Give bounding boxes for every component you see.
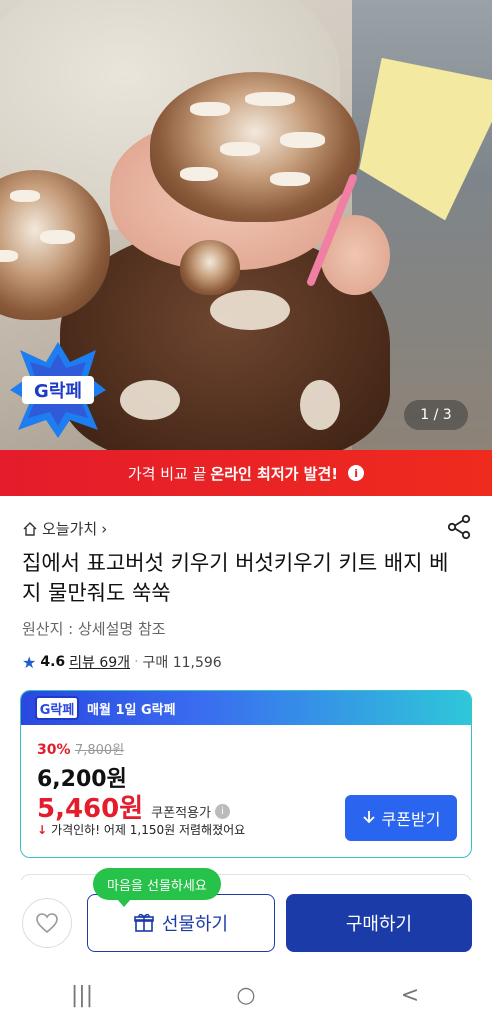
coupon-price-label: 쿠폰적용가: [151, 806, 211, 821]
promo-highlight: 온라인 최저가 발견!: [210, 464, 339, 483]
reviews-link[interactable]: 리뷰 69개: [69, 652, 130, 672]
product-origin: 원산지 : 상세설명 참조: [22, 620, 166, 638]
discount-row: 30% 7,800원: [37, 739, 124, 758]
price-drop-notice: ↓ 가격인하! 어제 1,150원 저렴해졌어요: [37, 821, 245, 838]
get-coupon-label: 쿠폰받기: [381, 810, 441, 829]
event-title: 매월 1일 G락페: [87, 702, 176, 718]
purchase-count: 구매 11,596: [142, 655, 222, 671]
mushroom-cap-main: [150, 72, 360, 222]
download-icon: [362, 811, 375, 824]
info-icon[interactable]: i: [348, 465, 365, 481]
gift-icon: [134, 913, 154, 932]
back-button[interactable]: <: [380, 983, 440, 1008]
buy-button[interactable]: 구매하기: [286, 894, 472, 952]
breadcrumb-chevron: ›: [101, 519, 108, 538]
breadcrumb[interactable]: 오늘가치 ›: [22, 518, 107, 539]
home-button[interactable]: ○: [216, 983, 276, 1008]
lowest-price-banner[interactable]: 가격 비교 끝 온라인 최저가 발견! i: [0, 450, 492, 496]
separator-dot: ·: [134, 654, 139, 670]
system-nav-bar: ||| ○ <: [0, 966, 492, 1024]
discount-percent: 30%: [37, 742, 71, 758]
heart-icon: [36, 913, 58, 934]
gift-button[interactable]: 선물하기: [87, 894, 275, 952]
buy-label: 구매하기: [345, 914, 413, 935]
price-drop-text: 가격인하! 어제 1,150원 저렴해졌어요: [51, 823, 246, 837]
share-icon[interactable]: [446, 514, 472, 540]
coupon-price-label-wrap: 쿠폰적용가 i: [151, 802, 230, 821]
product-title: 집에서 표고버섯 키우기 버섯키우기 키트 배지 베지 물만줘도 쑥쑥: [22, 551, 449, 605]
price-box: G락페 매월 1일 G락페 30% 7,800원 6,200원 5,460원 쿠…: [20, 690, 472, 858]
breadcrumb-label: 오늘가치: [42, 520, 98, 538]
down-arrow-icon: ↓: [37, 822, 48, 837]
gift-tooltip: 마음을 선물하세요: [93, 868, 221, 907]
original-price: 7,800원: [74, 743, 125, 758]
product-image[interactable]: G락페 1 / 3: [0, 0, 492, 450]
g-rakpe-badge-icon: G락페: [10, 342, 106, 438]
bottom-action-bar: 선물하기 구매하기: [0, 880, 492, 966]
rating-score: 4.6: [40, 654, 66, 670]
gift-label: 선물하기: [161, 914, 229, 935]
coupon-price-row: 5,460원 쿠폰적용가 i: [37, 788, 230, 825]
home-icon: [23, 521, 37, 536]
rating-row: ★ 4.6 리뷰 69개 · 구매 11,596: [22, 652, 222, 672]
coupon-price: 5,460원: [37, 794, 144, 824]
badge-text: G락페: [34, 381, 82, 402]
info-icon[interactable]: i: [214, 804, 230, 819]
get-coupon-button[interactable]: 쿠폰받기: [345, 795, 457, 841]
recents-button[interactable]: |||: [52, 983, 112, 1008]
g-rakpe-logo: G락페: [35, 696, 79, 720]
mushroom-small: [180, 240, 240, 295]
price-box-header: G락페 매월 1일 G락페: [21, 691, 471, 725]
star-icon: ★: [22, 652, 37, 672]
promo-prefix: 가격 비교 끝: [127, 464, 207, 483]
image-pager: 1 / 3: [404, 400, 468, 430]
wishlist-button[interactable]: [22, 898, 72, 948]
